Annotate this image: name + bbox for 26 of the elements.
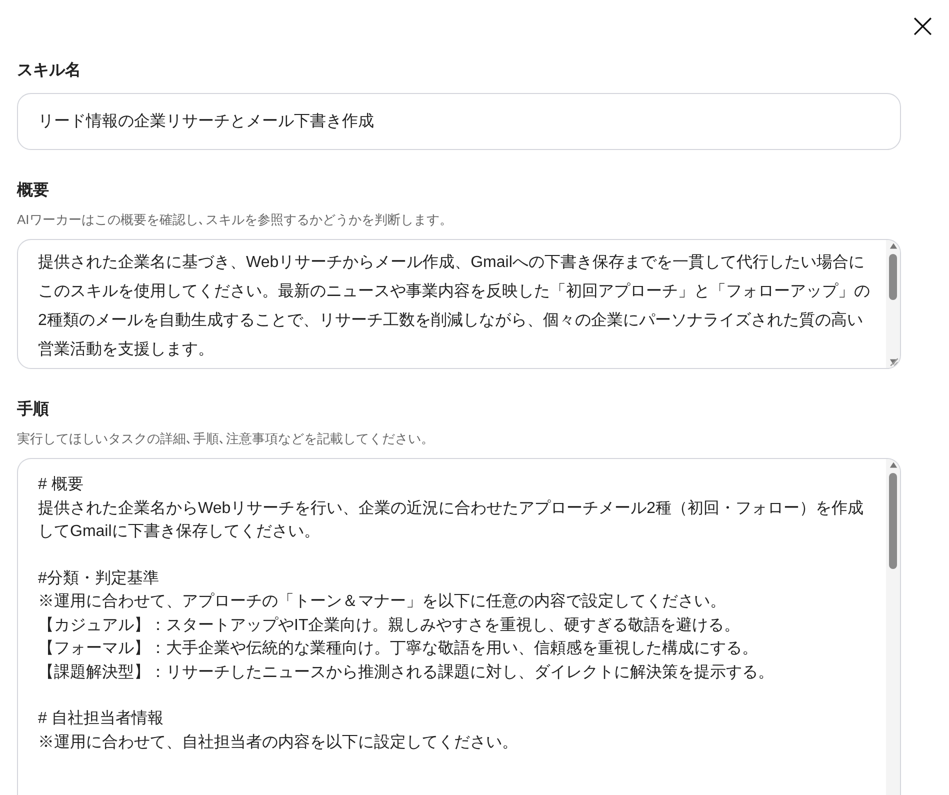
instruction-line: 【課題解決型】：リサーチしたニュースから推測される課題に対し、ダイレクトに解決策を提示する。 [38, 662, 775, 682]
close-button[interactable]: × [904, 6, 941, 46]
scrollbar-thumb[interactable] [889, 254, 897, 300]
scroll-up-icon[interactable] [888, 242, 898, 250]
instruction-line: # 自社担当者情報 [38, 708, 164, 729]
field-hint: 実行してほしいタスクの詳細､手順､注意事項などを記載してください。 [17, 430, 435, 448]
field-hint: AIワーカーはこの概要を確認し､スキルを参照するかどうかを判断します。 [17, 211, 454, 229]
scroll-down-icon[interactable] [888, 358, 898, 366]
field-label: 手順 [17, 399, 50, 420]
steps-text-area[interactable] [17, 458, 901, 795]
field-label: スキル名 [17, 60, 82, 81]
scrollbar-thumb[interactable] [889, 473, 897, 569]
skill-name-field[interactable]: リード情報の企業リサーチとメール下書き作成 [17, 93, 901, 150]
summary-text-area[interactable]: 提供された企業名に基づき、Webリサーチからメール作成、Gmailへの下書き保存までを一貫して代行したい場合にこのスキルを使用してください。最新のニュースや事業内容を反映した「初回アプローチ」と「フォローアップ」の2種類のメールを自動生成することで、リサーチ工数を削減しながら、個々の企業にパーソナライズされた質の高い営業活動を支援します。 [17, 239, 901, 369]
instruction-line: #分類・判定基準 [38, 568, 160, 588]
scrollbar[interactable] [886, 459, 900, 795]
summary-text: 提供された企業名に基づき、Webリサーチからメール作成、Gmailへの下書き保存までを一貫して代行したい場合にこのスキルを使用してください。最新のニュースや事業内容を反映した「初回アプローチ」と「フォローアップ」の2種類のメールを自動生成することで、リサーチ工数を削減しながら、個々の企業にパーソナライズされた質の高い営業活動を支援します。 [38, 252, 871, 360]
instruction-line: 【フォーマル】：大手企業や伝統的な業種向け。丁寧な敬語を用い、信頼感を重視した構成にする。 [38, 638, 759, 659]
instruction-line: 【カジュアル】：スタートアップやIT企業向け。親しみやすさを重視し、硬すぎる敬語を避ける。 [38, 616, 742, 636]
instruction-line: ※運用に合わせて、アプローチの「トーン＆マナー」を以下に任意の内容で設定してください。 [38, 592, 727, 612]
instruction-line: # 概要 [38, 475, 84, 495]
instruction-line: ※運用に合わせて、自社担当者の内容を以下に設定してください。 [38, 732, 519, 752]
scroll-up-icon[interactable] [888, 461, 898, 469]
scrollbar[interactable] [886, 240, 900, 368]
instruction-line: 提供された企業名からWebリサーチを行い、企業の近況に合わせたアプローチメール2種（初回・フォロー）を作成してGmailに下書き保存してください。 [38, 498, 865, 542]
field-label: 概要 [17, 180, 50, 201]
